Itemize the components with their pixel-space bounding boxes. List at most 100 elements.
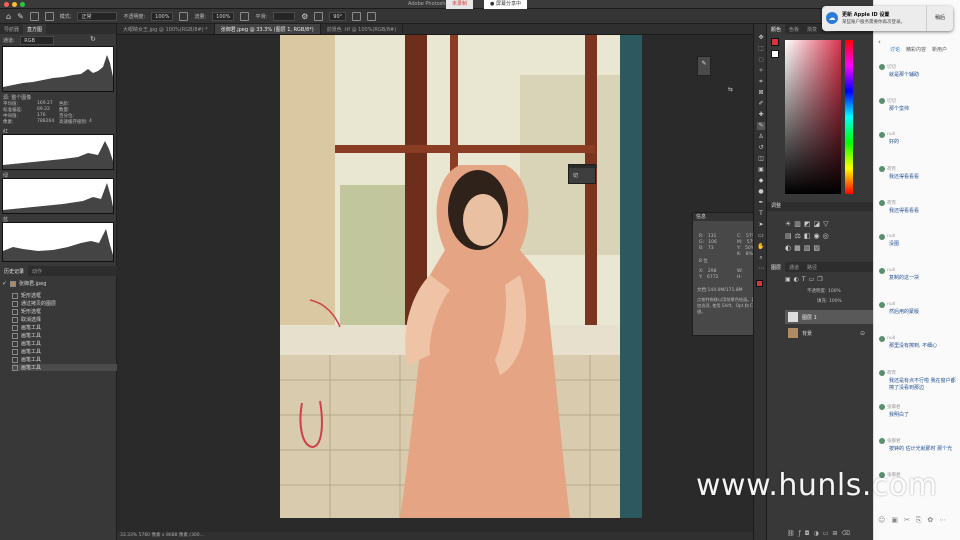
fx-icon[interactable]: ƒ (799, 530, 801, 537)
tab-channels[interactable]: 通道 (785, 262, 803, 272)
gift-icon[interactable]: ✿ (927, 516, 933, 525)
history-item[interactable]: 画笔工具 (12, 364, 120, 371)
brush-tool-icon[interactable]: ✎ (17, 12, 24, 21)
channel-mixer-icon[interactable]: ◎ (823, 232, 829, 240)
color-balance-icon[interactable]: ⚖ (795, 232, 801, 240)
layer-row-2[interactable]: 背景 ⊝ (785, 326, 873, 340)
tab-color[interactable]: 颜色 (767, 24, 786, 34)
filter-adjust-icon[interactable]: ◐ (794, 276, 799, 283)
chat-tab-new-users[interactable]: 新用户 (932, 46, 947, 53)
color-field[interactable] (785, 40, 841, 194)
type-tool-icon[interactable]: T (757, 210, 765, 218)
move-tool-icon[interactable]: ✥ (757, 34, 765, 42)
channel-select[interactable]: RGB (20, 36, 55, 45)
close-window-button[interactable] (4, 2, 9, 7)
history-snapshot[interactable]: ✓ 张御君.jpeg (2, 280, 110, 287)
hue-saturation-icon[interactable]: ▤ (785, 232, 792, 240)
pen-tool-icon[interactable]: ✒ (757, 199, 765, 207)
more-icon[interactable]: ⋯ (939, 516, 946, 525)
chat-tab-highlights[interactable]: 精彩内容 (906, 46, 926, 53)
swap-icon[interactable]: ⇆ (728, 86, 733, 93)
refresh-icon[interactable]: ↻ (90, 35, 96, 43)
history-item[interactable]: 画笔工具 (12, 324, 120, 331)
link-layers-icon[interactable]: ⛓ (787, 530, 795, 537)
lasso-tool-icon[interactable]: ◌ (757, 56, 765, 64)
floating-panel[interactable]: 切 (568, 164, 597, 184)
vibrance-icon[interactable]: ▽ (823, 220, 828, 228)
crop-tool-icon[interactable]: ⌗ (757, 78, 765, 86)
black-white-icon[interactable]: ◧ (804, 232, 811, 240)
avatar[interactable] (879, 438, 885, 444)
eyedropper-tool-icon[interactable]: ✐ (757, 100, 765, 108)
levels-icon[interactable]: ▥ (794, 220, 801, 228)
delete-layer-icon[interactable]: ⌫ (841, 530, 849, 537)
curves-icon[interactable]: ◩ (804, 220, 811, 228)
add-mask-icon[interactable]: ◘ (805, 530, 810, 537)
stamp-tool-icon[interactable]: ♙ (757, 133, 765, 141)
invert-icon[interactable]: ◐ (785, 244, 791, 252)
gradient-tool-icon[interactable]: ▣ (757, 166, 765, 174)
pressure-size-icon[interactable] (352, 11, 362, 21)
pressure-opacity-icon[interactable] (179, 11, 189, 21)
shape-tool-icon[interactable]: ▭ (757, 232, 765, 240)
avatar[interactable] (879, 234, 885, 240)
brush-preset-icon[interactable] (29, 11, 39, 21)
filter-smart-icon[interactable]: ❐ (817, 276, 822, 283)
quick-select-tool-icon[interactable]: ✧ (757, 67, 765, 75)
chat-back-icon[interactable]: ‹ (878, 38, 881, 46)
angle-input[interactable]: 90° (329, 11, 347, 21)
doc-tab-2[interactable]: 张御君.jpeg @ 33.3% (图层 1, RGB/8*) (214, 24, 321, 34)
opacity-input[interactable]: 100% (151, 11, 174, 21)
threshold-icon[interactable]: ▧ (804, 244, 811, 252)
tab-gradients[interactable]: 渐变 (803, 24, 821, 34)
scissors-icon[interactable]: ✂ (904, 516, 910, 525)
hand-tool-icon[interactable]: ✋ (757, 243, 765, 251)
avatar[interactable] (879, 302, 885, 308)
smooth-input[interactable] (273, 11, 296, 21)
tab-actions[interactable]: 动作 (28, 266, 46, 276)
layer-opacity-value[interactable]: 100% (828, 289, 841, 294)
path-select-tool-icon[interactable]: ➤ (757, 221, 765, 229)
avatar[interactable] (879, 268, 885, 274)
marquee-tool-icon[interactable]: ⬚ (757, 45, 765, 53)
gear-icon[interactable]: ⚙ (301, 12, 308, 21)
new-layer-icon[interactable]: ⊞ (832, 530, 837, 537)
healing-tool-icon[interactable]: ✚ (757, 111, 765, 119)
lock-icon[interactable]: ⊝ (860, 330, 865, 337)
brush-panel-icon[interactable]: ✎ (698, 60, 710, 67)
home-icon[interactable]: ⌂ (6, 12, 11, 21)
gradient-map-icon[interactable]: ▨ (813, 244, 820, 252)
emoji-icon[interactable]: ☺ (878, 516, 885, 525)
posterize-icon[interactable]: ▦ (794, 244, 801, 252)
avatar[interactable] (879, 404, 885, 410)
avatar[interactable] (879, 98, 885, 104)
zoom-window-button[interactable] (20, 2, 25, 7)
symmetry-icon[interactable] (367, 11, 377, 21)
avatar[interactable] (879, 166, 885, 172)
history-item[interactable]: 画笔工具 (12, 356, 120, 363)
color-panel-bg-swatch[interactable] (771, 50, 779, 58)
more-tools-icon[interactable]: ⋯ (757, 265, 765, 273)
history-item[interactable]: 画笔工具 (12, 332, 120, 339)
history-brush-tool-icon[interactable]: ↺ (757, 144, 765, 152)
tab-layers[interactable]: 图层 (767, 262, 786, 272)
history-item[interactable]: 矩形选框 (12, 308, 120, 315)
floating-panel-header[interactable] (569, 165, 597, 168)
document-image[interactable] (280, 35, 642, 518)
avatar[interactable] (879, 370, 885, 376)
history-item[interactable]: 矩形选框 (12, 292, 120, 299)
layer-fill-value[interactable]: 100% (829, 299, 842, 304)
eraser-tool-icon[interactable]: ◫ (757, 155, 765, 163)
zoom-tool-icon[interactable]: ⌕ (757, 254, 765, 262)
history-item[interactable]: 画笔工具 (12, 348, 120, 355)
brightness-icon[interactable]: ☀ (785, 220, 791, 228)
blur-tool-icon[interactable]: ◆ (757, 177, 765, 185)
filter-shape-icon[interactable]: ▭ (809, 276, 815, 283)
brush-tool-icon-active[interactable]: ✎ (757, 122, 765, 130)
filter-pixel-icon[interactable]: ▣ (785, 276, 791, 283)
doc-tab-3[interactable]: 前景色 .tif @ 100%(RGB/8#) (321, 24, 404, 34)
chat-tab-discussion[interactable]: 讨论 (890, 46, 900, 53)
color-panel-fg-swatch[interactable] (771, 38, 779, 46)
tab-histogram[interactable]: 直方图 (23, 24, 47, 34)
flow-input[interactable]: 100% (212, 11, 235, 21)
